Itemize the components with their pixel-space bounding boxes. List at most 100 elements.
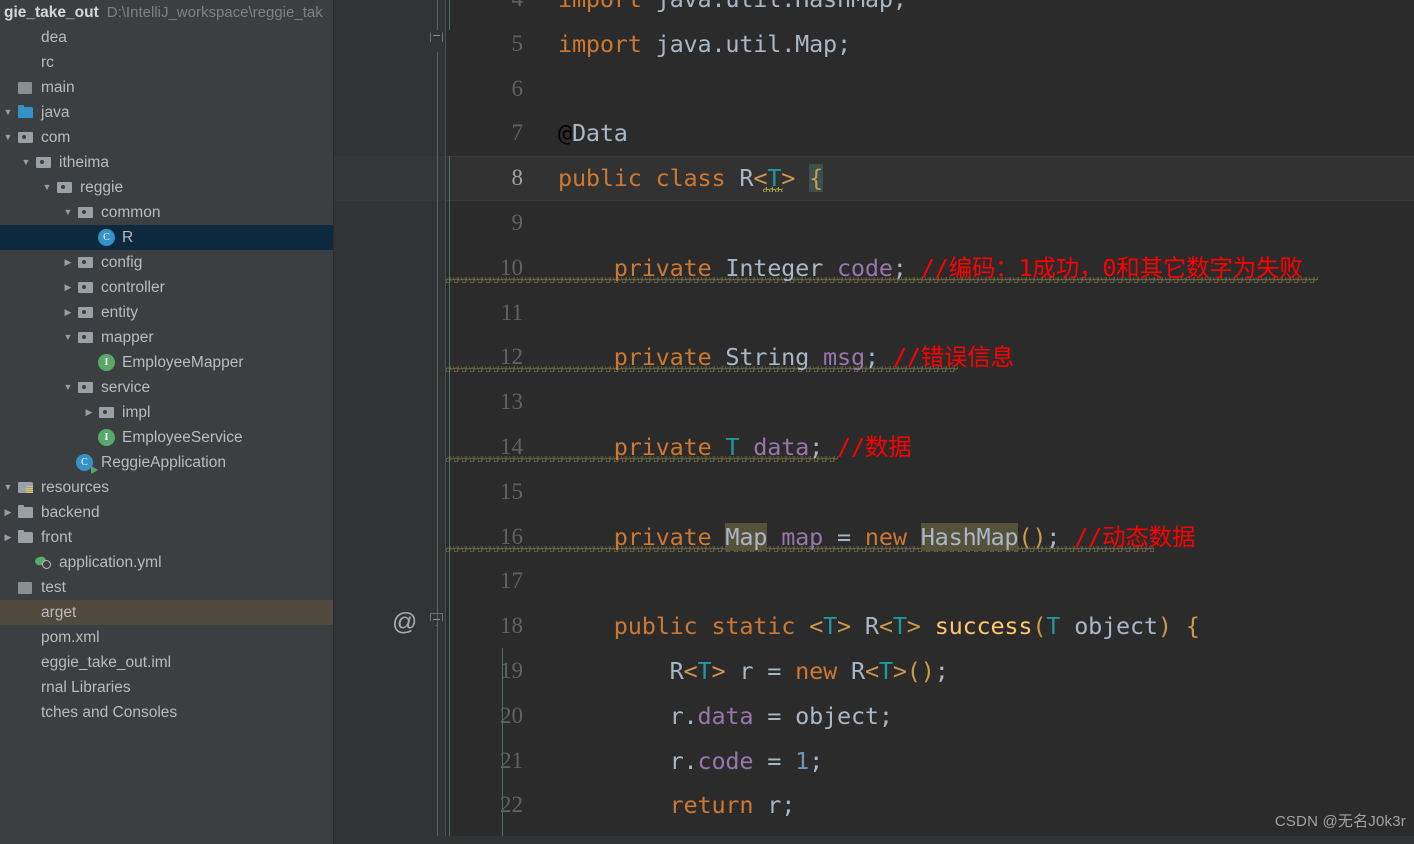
project-tool-window[interactable]: gie_take_out D:\IntelliJ_workspace\reggie…	[0, 0, 334, 844]
tree-item-arget[interactable]: arget	[0, 600, 333, 625]
project-root-row[interactable]: gie_take_out D:\IntelliJ_workspace\reggie…	[0, 0, 333, 25]
tree-item-java[interactable]: java	[0, 100, 333, 125]
tree-item-service[interactable]: service	[0, 375, 333, 400]
code-line-text[interactable]: private String msg; //错误信息	[558, 335, 1414, 380]
chevron-right-icon[interactable]	[0, 500, 16, 525]
chevron-down-icon[interactable]	[60, 325, 76, 350]
code-line-17[interactable]: 17	[446, 559, 1414, 604]
code-line-text[interactable]: private Map map = new HashMap(); //动态数据	[558, 515, 1414, 560]
code-line-text[interactable]: public static <T> R<T> success(T object)…	[558, 604, 1414, 649]
tree-item-application-yml[interactable]: application.yml	[0, 550, 333, 575]
tree-item-label: R	[122, 229, 134, 246]
chevron-right-icon[interactable]	[81, 400, 97, 425]
tree-item-r[interactable]: R	[0, 225, 333, 250]
tree-item-test[interactable]: test	[0, 575, 333, 600]
tree-item-pom-xml[interactable]: pom.xml	[0, 625, 333, 650]
chevron-down-icon[interactable]	[0, 125, 16, 150]
chevron-right-icon[interactable]	[0, 525, 16, 550]
code-line-19[interactable]: 19 R<T> r = new R<T>();	[446, 649, 1414, 694]
chevron-down-icon[interactable]	[60, 200, 76, 225]
code-line-21[interactable]: 21 r.code = 1;	[446, 739, 1414, 784]
fold-marker-success-method[interactable]	[428, 608, 445, 630]
tree-item-controller[interactable]: controller	[0, 275, 333, 300]
tree-item-rnal-libraries[interactable]: rnal Libraries	[0, 675, 333, 700]
chevron-down-icon[interactable]	[18, 150, 34, 175]
code-line-text[interactable]: r.data = object;	[558, 694, 1414, 739]
code-line-8[interactable]: 8 public class R<T> {	[446, 156, 1414, 201]
tree-item-com[interactable]: com	[0, 125, 333, 150]
tree-item-mapper[interactable]: mapper	[0, 325, 333, 350]
code-line-text[interactable]	[558, 291, 1414, 336]
tree-item-reggieapplication[interactable]: ReggieApplication	[0, 450, 333, 475]
tree-item-rc[interactable]: rc	[0, 50, 333, 75]
folder-icon	[16, 500, 37, 525]
code-line-12[interactable]: 12 private String msg; //错误信息	[446, 335, 1414, 380]
code-line-18[interactable]: 18 public static <T> R<T> success(T obje…	[446, 604, 1414, 649]
code-line-11[interactable]: 11	[446, 291, 1414, 336]
line-number: 9	[511, 209, 524, 235]
code-line-text[interactable]: import java.util.Map;	[558, 22, 1414, 67]
code-line-text[interactable]: @Data	[558, 111, 1414, 156]
tree-item-reggie[interactable]: reggie	[0, 175, 333, 200]
code-line-9[interactable]: 9	[446, 201, 1414, 246]
code-line-text[interactable]	[558, 201, 1414, 246]
tree-item-main[interactable]: main	[0, 75, 333, 100]
chevron-right-icon[interactable]	[60, 275, 76, 300]
tree-item-eggie-take-out-iml[interactable]: eggie_take_out.iml	[0, 650, 333, 675]
line-number: 10	[500, 254, 523, 280]
chevron-down-icon[interactable]	[0, 100, 16, 125]
tree-item-label: com	[41, 129, 71, 146]
code-line-14[interactable]: 14 private T data; //数据	[446, 425, 1414, 470]
code-line-text[interactable]	[558, 380, 1414, 425]
code-line-13[interactable]: 13	[446, 380, 1414, 425]
chevron-right-icon[interactable]	[60, 250, 76, 275]
pkg-glyph	[78, 330, 94, 345]
tree-item-resources[interactable]: resources	[0, 475, 333, 500]
fold-marker-imports[interactable]	[428, 24, 445, 46]
code-line-text[interactable]: private T data; //数据	[558, 425, 1414, 470]
code-line-text[interactable]	[558, 67, 1414, 112]
tree-item-backend[interactable]: backend	[0, 500, 333, 525]
code-line-16[interactable]: 16 private Map map = new HashMap(); //动态…	[446, 515, 1414, 560]
line-number: 19	[500, 657, 523, 683]
code-line-text[interactable]: r.code = 1;	[558, 739, 1414, 784]
pkg-glyph	[78, 205, 94, 220]
annotation-gutter-icon[interactable]: @	[392, 610, 417, 635]
code-line-text[interactable]: public class R<T> {	[558, 156, 1414, 201]
code-line-22[interactable]: 22 return r;	[446, 783, 1414, 828]
chevron-down-icon[interactable]	[60, 375, 76, 400]
code-line-7[interactable]: 7 @Data	[446, 111, 1414, 156]
tree-item-employeemapper[interactable]: EmployeeMapper	[0, 350, 333, 375]
tree-item-entity[interactable]: entity	[0, 300, 333, 325]
code-line-text[interactable]	[558, 470, 1414, 515]
line-number: 20	[500, 702, 523, 728]
tree-item-impl[interactable]: impl	[0, 400, 333, 425]
code-editor[interactable]: @ 4 import java.util.HashMap; 5 import java…	[334, 0, 1414, 844]
project-tree[interactable]: gie_take_out D:\IntelliJ_workspace\reggie…	[0, 0, 333, 725]
code-line-4[interactable]: 4 import java.util.HashMap;	[446, 0, 1414, 22]
tree-item-dea[interactable]: dea	[0, 25, 333, 50]
code-text-area[interactable]: 4 import java.util.HashMap; 5 import java.u…	[446, 0, 1414, 844]
chevron-down-icon[interactable]	[39, 175, 55, 200]
code-line-text[interactable]: R<T> r = new R<T>();	[558, 649, 1414, 694]
code-line-text[interactable]	[558, 559, 1414, 604]
code-line-15[interactable]: 15	[446, 470, 1414, 515]
chevron-right-icon[interactable]	[60, 300, 76, 325]
tree-item-itheima[interactable]: itheima	[0, 150, 333, 175]
code-line-10[interactable]: 10 private Integer code; //编码：1成功，0和其它数字…	[446, 246, 1414, 291]
tree-item-common[interactable]: common	[0, 200, 333, 225]
tree-item-employeeservice[interactable]: EmployeeService	[0, 425, 333, 450]
chevron-down-icon[interactable]	[0, 475, 16, 500]
folder-glyph	[18, 530, 34, 545]
tree-item-config[interactable]: config	[0, 250, 333, 275]
code-line-text[interactable]: private Integer code; //编码：1成功，0和其它数字为失败	[558, 246, 1414, 291]
code-line-20[interactable]: 20 r.data = object;	[446, 694, 1414, 739]
code-line-text[interactable]: import java.util.HashMap;	[558, 0, 1414, 22]
tree-item-label: front	[41, 529, 73, 546]
tree-item-front[interactable]: front	[0, 525, 333, 550]
tree-item-tches-and-consoles[interactable]: tches and Consoles	[0, 700, 333, 725]
pkg-icon	[76, 325, 97, 350]
editor-gutter[interactable]	[334, 0, 445, 844]
code-line-6[interactable]: 6	[446, 67, 1414, 112]
code-line-5[interactable]: 5 import java.util.Map;	[446, 22, 1414, 67]
